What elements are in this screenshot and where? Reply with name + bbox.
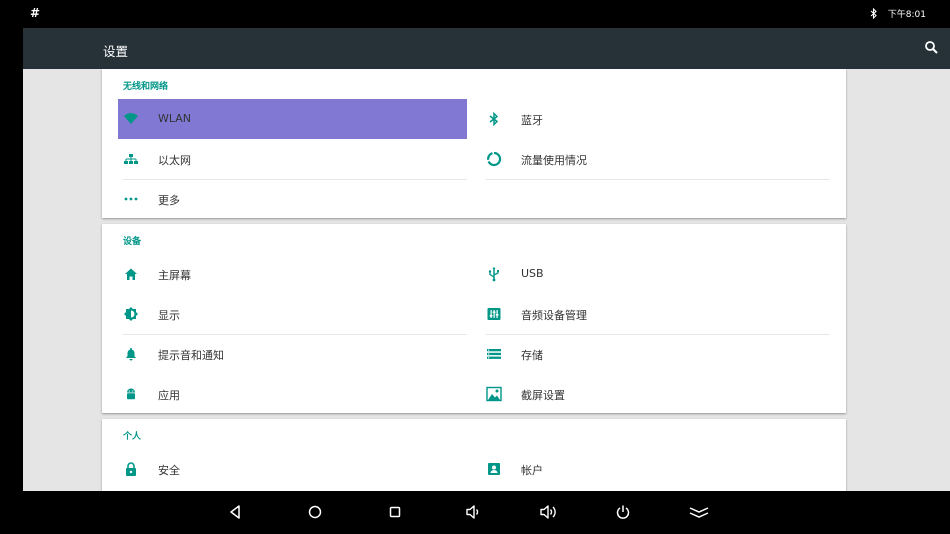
bell-icon	[123, 346, 139, 362]
hide-navbar-button[interactable]	[686, 499, 712, 525]
divider	[486, 334, 830, 335]
wifi-icon	[123, 111, 139, 127]
home-icon	[123, 266, 139, 282]
tile-storage[interactable]: 存储	[481, 334, 830, 374]
tile-screenshot-settings[interactable]: 截屏设置	[481, 374, 830, 414]
brightness-icon	[123, 306, 139, 322]
volume-up-icon	[540, 505, 556, 519]
tile-label: 安全	[158, 464, 180, 477]
status-hash-symbol: #	[30, 6, 41, 20]
tile-accounts[interactable]: 帐户	[481, 449, 830, 489]
home-button[interactable]	[302, 499, 328, 525]
tile-display[interactable]: 显示	[118, 294, 467, 334]
bluetooth-icon	[486, 111, 502, 127]
tile-bluetooth[interactable]: 蓝牙	[481, 99, 830, 139]
recents-icon	[389, 506, 401, 518]
status-time: 下午8:01	[887, 10, 926, 20]
data-usage-icon	[486, 151, 502, 167]
volume-up-button[interactable]	[535, 499, 561, 525]
tile-label: 流量使用情况	[521, 154, 587, 167]
app-bar: 设置	[23, 28, 950, 69]
tile-label: 主屏幕	[158, 269, 191, 282]
usb-icon	[486, 266, 502, 282]
power-button[interactable]	[610, 499, 636, 525]
page-title: 设置	[103, 44, 129, 59]
account-icon	[486, 461, 502, 477]
search-button[interactable]	[922, 38, 942, 58]
back-icon	[230, 505, 240, 519]
status-bar: # 下午8:01	[0, 0, 950, 28]
bluetooth-icon	[870, 8, 878, 19]
category-title: 无线和网络	[123, 82, 169, 92]
tile-label: WLAN	[158, 112, 192, 125]
category-title: 个人	[123, 432, 142, 442]
tile-ethernet[interactable]: 以太网	[118, 139, 467, 179]
back-button[interactable]	[222, 499, 248, 525]
tile-audio-manager[interactable]: 音频设备管理	[481, 294, 830, 334]
tile-label: 蓝牙	[521, 114, 543, 127]
tile-label: 显示	[158, 309, 180, 322]
storage-icon	[486, 346, 502, 362]
tile-label: 应用	[158, 389, 180, 402]
settings-screen: 设置 无线和网络 WLAN 蓝牙 以太网 流量使用情况 更多 设备 主屏幕 US…	[23, 28, 950, 491]
tile-label: 帐户	[521, 464, 543, 477]
volume-down-button[interactable]	[460, 499, 486, 525]
tile-more[interactable]: 更多	[118, 179, 467, 219]
tile-label: 存储	[521, 349, 543, 362]
home-circle-icon	[308, 505, 322, 519]
android-icon	[123, 386, 139, 402]
divider	[123, 179, 467, 180]
tile-label: 更多	[158, 194, 180, 207]
status-right-group: 下午8:01	[870, 7, 926, 20]
tile-label: 截屏设置	[521, 389, 565, 402]
volume-down-icon	[466, 505, 479, 519]
lock-icon	[123, 461, 139, 477]
divider	[486, 179, 830, 180]
category-title: 设备	[123, 237, 142, 247]
hide-bar-icon	[689, 507, 709, 518]
power-icon	[616, 505, 630, 519]
tile-home-screen[interactable]: 主屏幕	[118, 254, 467, 294]
recents-button[interactable]	[382, 499, 408, 525]
screenshot-image-icon	[486, 386, 502, 402]
tile-wlan[interactable]: WLAN	[118, 99, 467, 139]
category-card-device: 设备 主屏幕 USB 显示 音频设备管理 提示音和通知 存储 应用 截屏设置	[102, 224, 846, 413]
tile-label: 音频设备管理	[521, 309, 587, 322]
category-card-personal: 个人 安全 帐户	[102, 419, 846, 491]
tile-sound-notifications[interactable]: 提示音和通知	[118, 334, 467, 374]
category-card-wireless: 无线和网络 WLAN 蓝牙 以太网 流量使用情况 更多	[102, 69, 846, 218]
tile-apps[interactable]: 应用	[118, 374, 467, 414]
navigation-bar	[0, 491, 950, 534]
audio-equalizer-icon	[486, 306, 502, 322]
tile-security[interactable]: 安全	[118, 449, 467, 489]
divider	[123, 334, 467, 335]
ethernet-icon	[123, 151, 139, 167]
tile-label: 提示音和通知	[158, 349, 224, 362]
search-icon	[925, 41, 938, 54]
tile-usb[interactable]: USB	[481, 254, 830, 294]
tile-label: 以太网	[158, 154, 191, 167]
more-dots-icon	[123, 191, 139, 207]
tile-data-usage[interactable]: 流量使用情况	[481, 139, 830, 179]
tile-label: USB	[521, 267, 544, 280]
